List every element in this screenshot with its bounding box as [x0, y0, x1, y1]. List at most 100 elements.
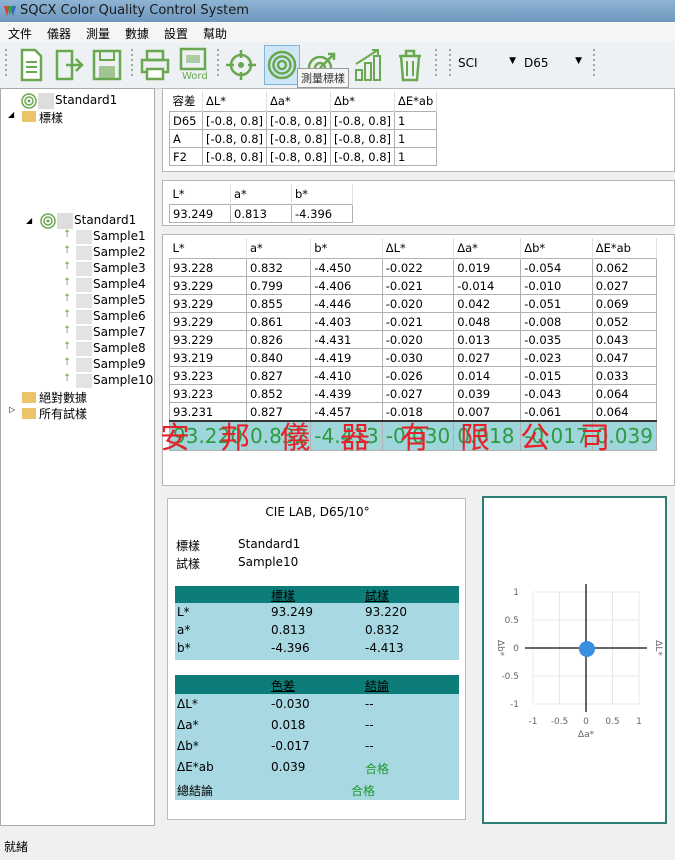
table-cell: Δb* [520, 238, 593, 259]
mode-select[interactable]: SCI ▼ [458, 56, 518, 74]
y-tick-label: 0.5 [505, 616, 519, 626]
table-cell: 0.855 [245, 294, 312, 313]
toolbar-grip[interactable] [128, 46, 136, 84]
x-tick-label: 0 [583, 717, 589, 727]
tree-standard[interactable]: Standard1 [74, 213, 136, 227]
swatch [76, 310, 92, 324]
table-cell: 1 [394, 129, 438, 148]
table-cell: 0.043 [591, 330, 657, 349]
table-cell: -0.054 [520, 258, 593, 277]
table-cell: -4.406 [310, 276, 383, 295]
report-cell: Δb* [177, 739, 199, 753]
word-label: Word [182, 71, 208, 82]
report-std-label: 標樣 [176, 539, 201, 553]
chart-button[interactable] [352, 46, 386, 84]
table-cell: 0.013 [453, 330, 522, 349]
report-cell: a* [177, 623, 191, 637]
measure-standard-button[interactable] [264, 45, 300, 85]
diff-body: ΔL* -0.030 -- Δa* 0.018 -- Δb* -0.017 -- ΔE*ab 0.0… [175, 694, 459, 800]
table-cell: -0.030 [381, 348, 455, 367]
table-cell: 0.019 [453, 258, 522, 277]
col-diff: 色差 [271, 679, 296, 693]
col-standard: 標樣 [271, 589, 296, 603]
target-icon [21, 93, 37, 109]
swatch [76, 374, 92, 388]
tree-folder-standards[interactable]: 標樣 [39, 109, 63, 126]
table-row: A [-0.8, 0.8] [-0.8, 0.8] [-0.8, 0.8] 1 [169, 129, 438, 148]
col-sample: 試樣 [365, 589, 390, 603]
tree-folder-all-samples[interactable]: 所有試樣 [39, 405, 87, 422]
expand-arrow-icon[interactable]: ◢ [8, 110, 14, 119]
company-watermark: 安邦儀器有限公司 [160, 421, 640, 456]
menu-data[interactable]: 數據 [125, 25, 149, 42]
target-icon [267, 50, 297, 80]
x-tick-label: -1 [529, 717, 538, 727]
table-cell: 93.223 [169, 366, 247, 385]
menu-file[interactable]: 文件 [8, 25, 32, 42]
print-button[interactable] [138, 46, 172, 84]
table-cell: 93.229 [169, 330, 247, 349]
color-difference-chart: -1 -0.5 0 0.5 1 1 0.5 0 -0.5 -1 Δa* Δb* ΔL* [482, 496, 667, 824]
tree-sample-item[interactable]: Sample9 [93, 357, 146, 371]
save-button[interactable] [90, 46, 124, 84]
illuminant-select[interactable]: D65 ▼ [524, 56, 584, 74]
swatch [76, 246, 92, 260]
tree-standard-top[interactable]: Standard1 [55, 93, 117, 107]
collapse-arrow-icon[interactable]: ▷ [9, 405, 15, 414]
toolbar-grip[interactable] [590, 46, 598, 84]
tree-sample-item[interactable]: Sample4 [93, 277, 146, 291]
tree-sample-item[interactable]: Sample8 [93, 341, 146, 355]
tree-sample-item[interactable]: Sample10 [93, 373, 153, 387]
menu-settings[interactable]: 設置 [164, 25, 188, 42]
toolbar-grip[interactable] [2, 46, 10, 84]
toolbar-grip[interactable] [432, 46, 440, 84]
sample-arrow-icon: ↑ [63, 293, 72, 304]
window-title: SQCX Color Quality Control System [20, 3, 249, 18]
open-button[interactable] [52, 46, 86, 84]
menu-measure[interactable]: 測量 [86, 25, 110, 42]
diff-header: 色差 結論 [175, 675, 459, 694]
tree-sample-item[interactable]: Sample6 [93, 309, 146, 323]
table-row: F2 [-0.8, 0.8] [-0.8, 0.8] [-0.8, 0.8] 1 [169, 147, 438, 166]
chart-svg: -1 -0.5 0 0.5 1 1 0.5 0 -0.5 -1 Δa* Δb* ΔL* [495, 584, 663, 740]
report-title: CIE LAB, D65/10° [265, 505, 370, 519]
table-cell: -0.021 [381, 312, 455, 331]
export-word-button[interactable]: Word [176, 46, 210, 84]
y-axis-label-left: Δb* [495, 640, 505, 657]
new-file-button[interactable] [14, 46, 48, 84]
table-header-row: 容差 ΔL* Δa* Δb* ΔE*ab [169, 91, 438, 112]
report-cell: 93.220 [365, 605, 407, 619]
folder-icon [22, 111, 36, 122]
data-point [578, 640, 595, 657]
delete-button[interactable] [393, 46, 427, 84]
x-tick-label: 0.5 [605, 717, 619, 727]
menu-help[interactable]: 幫助 [203, 25, 227, 42]
sample-arrow-icon: ↑ [63, 245, 72, 256]
toolbar-grip[interactable] [446, 46, 454, 84]
report-cell: -- [365, 718, 374, 732]
tree-sample-item[interactable]: Sample5 [93, 293, 146, 307]
table-cell: -4.410 [310, 366, 383, 385]
table-row: 93.223 0.827 -4.410 -0.026 0.014 -0.015 0.033 [169, 366, 657, 385]
toolbar-grip[interactable] [214, 46, 222, 84]
report-panel: CIE LAB, D65/10° 標樣 Standard1 試樣 Sample1… [167, 498, 466, 820]
table-cell: 0.014 [453, 366, 522, 385]
table-cell: Δa* [453, 238, 522, 259]
expand-arrow-icon[interactable]: ◢ [26, 216, 32, 225]
tree-sample-item[interactable]: Sample1 [93, 229, 146, 243]
chevron-down-icon: ▼ [575, 56, 582, 66]
swatch [38, 93, 54, 109]
menu-instrument[interactable]: 儀器 [47, 25, 71, 42]
tree-sample-item[interactable]: Sample2 [93, 245, 146, 259]
swatch [76, 294, 92, 308]
sample-arrow-icon: ↑ [63, 357, 72, 368]
tree-folder-absolute[interactable]: 絕對數據 [39, 389, 87, 406]
tree-sample-item[interactable]: Sample7 [93, 325, 146, 339]
tree-sample-item[interactable]: Sample3 [93, 261, 146, 275]
swatch [76, 262, 92, 276]
table-cell: 0.047 [591, 348, 657, 367]
table-cell: 1 [394, 147, 438, 166]
calibrate-button[interactable] [224, 46, 258, 84]
report-cell: ΔE*ab [177, 760, 214, 774]
chevron-down-icon: ▼ [509, 56, 516, 66]
